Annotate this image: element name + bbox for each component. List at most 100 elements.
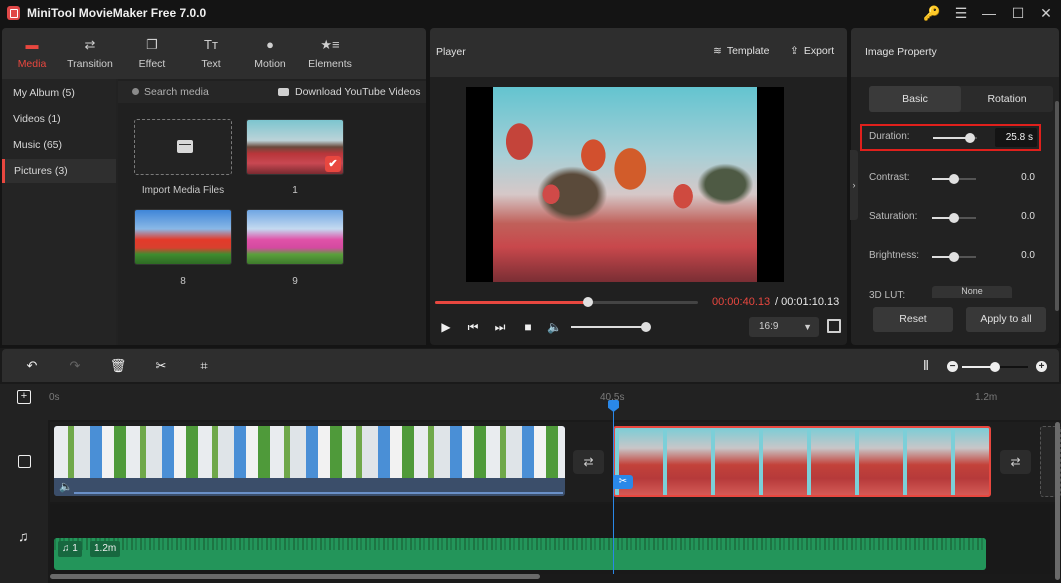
zoom-out-button[interactable]: − [947, 361, 958, 372]
fullscreen-button[interactable] [827, 319, 841, 333]
video-clip[interactable]: 🔈 [54, 426, 565, 496]
horizontal-scrollbar[interactable] [50, 574, 540, 579]
progress-fill [435, 301, 588, 304]
next-frame-button[interactable]: ⏭ [493, 320, 507, 334]
music-clip[interactable]: ♫ 1 1.2m [54, 538, 986, 570]
slider-handle[interactable] [965, 133, 976, 143]
music-duration: 1.2m [90, 541, 121, 557]
tab-basic[interactable]: Basic [869, 86, 961, 112]
vertical-scrollbar[interactable] [1055, 422, 1060, 580]
split-button[interactable]: ✂ [152, 357, 170, 375]
duration-slider[interactable] [933, 133, 977, 143]
duration-input[interactable]: 25.8 s [995, 128, 1037, 147]
import-media-button[interactable] [134, 119, 232, 175]
tab-motion-label: Motion [254, 58, 286, 70]
zoom-handle[interactable] [990, 362, 1000, 372]
tab-elements[interactable]: ★≡ Elements [300, 28, 360, 79]
tab-motion[interactable]: ● Motion [240, 28, 300, 79]
tab-text[interactable]: Tт Text [181, 28, 241, 79]
aspect-ratio-value: 16:9 [759, 321, 779, 332]
media-item-8[interactable] [134, 209, 232, 265]
transition-button[interactable]: ⇄ [573, 450, 604, 474]
title-bar: MiniTool MovieMaker Free 7.0.0 🔑 ☰ — ☐ ✕ [0, 0, 1061, 27]
property-scrollbar[interactable] [1055, 101, 1059, 311]
zoom-in-button[interactable]: + [1036, 361, 1047, 372]
previous-frame-button[interactable]: ⏮ [466, 320, 480, 334]
property-tabs: Basic Rotation [869, 86, 1053, 112]
saturation-row: Saturation: 0.0 [869, 208, 1049, 228]
app-title: MiniTool MovieMaker Free 7.0.0 [27, 6, 207, 20]
split-at-playhead-button[interactable]: ✂ [613, 475, 633, 489]
sidebar-item-pictures[interactable]: Pictures (3) [2, 159, 116, 183]
music-note-icon: ♫ [18, 528, 29, 544]
tab-media[interactable]: ▬ Media [2, 28, 62, 79]
music-note-icon: ♫ [62, 543, 70, 554]
fit-timeline-button[interactable]: ⦀ [917, 357, 935, 375]
chevron-down-icon: ▼ [803, 322, 812, 332]
playback-progress-slider[interactable] [435, 297, 698, 307]
crop-button[interactable]: ⌗ [195, 357, 213, 375]
contrast-label: Contrast: [869, 172, 910, 183]
total-time: / 00:01:10.13 [775, 296, 840, 308]
contrast-slider[interactable] [932, 174, 976, 184]
sidebar-item-my-album[interactable]: My Album (5) [2, 81, 116, 105]
media-item-9[interactable] [246, 209, 344, 265]
sidebar-item-videos[interactable]: Videos (1) [2, 107, 116, 131]
track-headers [0, 384, 48, 583]
apply-to-all-button[interactable]: Apply to all [966, 307, 1046, 332]
download-youtube-button[interactable]: Download YouTube Videos [295, 86, 421, 98]
delete-button[interactable]: 🗑 [109, 357, 127, 375]
volume-handle[interactable] [641, 322, 651, 332]
search-bar[interactable]: Search media Download YouTube Videos [118, 81, 426, 103]
saturation-slider[interactable] [932, 213, 976, 223]
lut-select[interactable]: None [932, 286, 1012, 298]
media-item-1[interactable]: ✔ [246, 119, 344, 175]
volume-icon[interactable]: 🔈 [547, 320, 562, 334]
volume-icon[interactable]: 🔈 [59, 480, 73, 493]
play-button[interactable]: ▶ [439, 320, 453, 334]
add-track-icon[interactable]: + [17, 390, 31, 404]
reset-button[interactable]: Reset [873, 307, 953, 332]
transition-button[interactable]: ⇄ [1000, 450, 1031, 474]
tab-rotation[interactable]: Rotation [961, 86, 1053, 112]
video-preview[interactable] [466, 87, 784, 282]
search-input[interactable]: Search media [144, 86, 209, 98]
minimize-button[interactable]: — [979, 4, 999, 22]
close-button[interactable]: ✕ [1036, 4, 1056, 22]
progress-handle[interactable] [582, 297, 593, 307]
tab-effect-label: Effect [138, 58, 166, 70]
stop-button[interactable]: ■ [521, 320, 535, 334]
image-clip-selected[interactable] [613, 426, 991, 497]
text-icon: Tт [204, 37, 218, 52]
redo-button[interactable]: ↷ [66, 357, 84, 375]
aspect-ratio-select[interactable]: 16:9 ▼ [749, 317, 819, 337]
undo-button[interactable]: ↶ [23, 357, 41, 375]
tab-transition[interactable]: ⇄ Transition [60, 28, 120, 79]
image-property-panel: Image Property › Basic Rotation Duration… [850, 28, 1059, 345]
search-icon [132, 88, 139, 95]
template-button[interactable]: ≋ Template [713, 45, 769, 57]
slider-handle[interactable] [949, 213, 959, 223]
maximize-button[interactable]: ☐ [1008, 4, 1028, 22]
timeline-ruler[interactable]: 0s 40.5s 1.2m [0, 384, 1061, 420]
timeline-zoom-slider[interactable] [962, 362, 1028, 372]
export-button[interactable]: ⇪ Export [790, 45, 834, 57]
key-icon[interactable]: 🔑 [922, 4, 942, 22]
tab-effect[interactable]: ❐ Effect [122, 28, 182, 79]
export-icon: ⇪ [790, 45, 799, 57]
media-sidebar: My Album (5) Videos (1) Music (65) Pictu… [2, 79, 116, 345]
sidebar-item-music[interactable]: Music (65) [2, 133, 116, 157]
player-panel: Player ≋ Template ⇪ Export 00:00:40.13 / 0… [430, 28, 847, 345]
volume-slider[interactable] [571, 322, 651, 332]
tab-media-label: Media [17, 58, 47, 70]
main-toolbar: ▬ Media ⇄ Transition ❐ Effect Tт Text ● … [2, 28, 426, 79]
player-title: Player [436, 46, 466, 58]
export-label: Export [803, 45, 835, 57]
slider-handle[interactable] [949, 174, 959, 184]
brightness-slider[interactable] [932, 252, 976, 262]
collapse-panel-button[interactable]: › [850, 150, 858, 220]
slider-handle[interactable] [949, 252, 959, 262]
tab-text-label: Text [201, 58, 221, 70]
clip-thumbnail [54, 426, 565, 478]
menu-button[interactable]: ☰ [951, 4, 971, 22]
